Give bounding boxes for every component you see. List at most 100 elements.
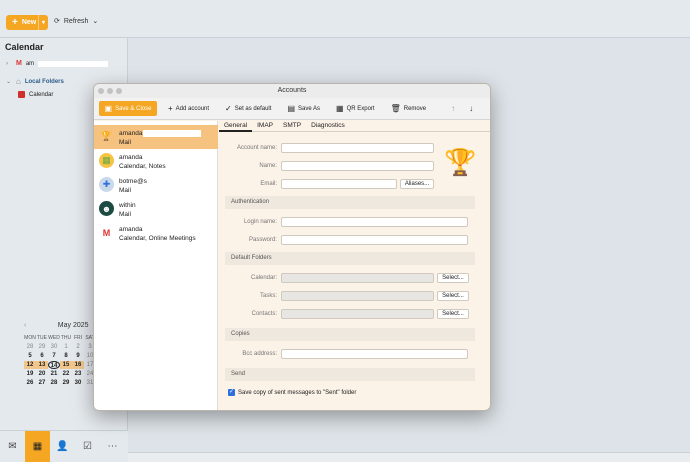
local-folders-label: Local Folders (24, 78, 64, 85)
name-field[interactable] (281, 161, 434, 171)
calendar-day[interactable]: 14 (48, 361, 60, 369)
calendar-day[interactable]: 30 (72, 379, 84, 387)
calendar-day[interactable]: 28 (24, 343, 36, 351)
calendar-day[interactable]: 16 (72, 361, 84, 369)
more-icon[interactable]: ⋯ (100, 431, 125, 462)
tasks-icon[interactable]: ☑ (75, 431, 100, 462)
account-name: amanda (119, 130, 143, 137)
calendar-day[interactable]: 5 (24, 352, 36, 360)
app-toolbar: + New ▾ ⟳ Refresh ⌄ (0, 0, 690, 38)
account-item[interactable]: 🏆 amanda Mail (94, 125, 218, 149)
redacted-mask (38, 60, 109, 67)
refresh-button[interactable]: ⟳ Refresh ⌄ (54, 17, 98, 26)
qr-export-label: QR Export (346, 105, 375, 112)
contacts-select-button[interactable]: Select... (437, 309, 469, 319)
prev-month-icon[interactable]: ‹ (24, 322, 26, 329)
section-authentication: Authentication (225, 196, 475, 209)
alien-icon: ☻ (99, 201, 114, 216)
contacts-icon[interactable]: 👤 (50, 431, 75, 462)
password-field[interactable] (281, 235, 468, 245)
sidebar-item-calendar[interactable]: Calendar (18, 91, 53, 98)
calendar-select-button[interactable]: Select... (437, 273, 469, 283)
redacted-mask (142, 129, 201, 137)
calendar-day[interactable]: 19 (24, 370, 36, 378)
calendar-icon[interactable]: ▦ (25, 430, 50, 462)
calendar-day[interactable]: 28 (48, 379, 60, 387)
contacts-label: Contacts: (251, 311, 277, 317)
account-item[interactable]: ✚ botme@s Mail (94, 173, 218, 197)
tab-imap[interactable]: IMAP (252, 121, 278, 132)
tasks-select-button[interactable]: Select... (437, 291, 469, 301)
close-window-button[interactable] (98, 88, 104, 94)
redacted-mask (146, 177, 205, 185)
calendar-day[interactable]: 22 (60, 370, 72, 378)
trash-icon: 🗑 (390, 104, 401, 113)
qr-code-icon: ▦ (336, 104, 344, 113)
main-footer (128, 452, 690, 462)
calendar-day[interactable]: 29 (36, 343, 48, 351)
tab-diagnostics[interactable]: Diagnostics (306, 121, 350, 132)
bcc-label: Bcc address: (242, 351, 277, 357)
email-field[interactable] (281, 179, 397, 189)
move-down-arrow-icon[interactable]: ↓ (469, 104, 473, 113)
save-copy-label: Save copy of sent messages to "Sent" fol… (238, 389, 357, 396)
calendar-day[interactable]: 9 (72, 352, 84, 360)
aliases-button[interactable]: Aliases... (400, 179, 434, 189)
calendar-day[interactable]: 21 (48, 370, 60, 378)
redacted-mask (135, 201, 194, 209)
new-button[interactable]: + New ▾ (6, 15, 48, 30)
gmail-account-label: am (25, 60, 35, 67)
calendar-day[interactable]: 13 (36, 361, 48, 369)
checkbox-checked-icon[interactable]: ✓ (228, 389, 235, 396)
gmail-icon: M (102, 227, 111, 238)
calendar-day[interactable]: 27 (36, 379, 48, 387)
tab-smtp[interactable]: SMTP (278, 121, 306, 132)
account-name-field[interactable] (281, 143, 434, 153)
zoom-window-button[interactable] (116, 88, 122, 94)
qr-export-button[interactable]: ▦ QR Export (331, 101, 380, 116)
login-name-field[interactable] (281, 217, 468, 227)
remove-button[interactable]: 🗑 Remove (386, 101, 432, 116)
section-default-folders: Default Folders (225, 252, 475, 265)
calendar-day[interactable]: 23 (72, 370, 84, 378)
calendar-folder-field (281, 273, 434, 283)
account-item[interactable]: ☻ within Mail (94, 197, 218, 221)
chevron-right-icon[interactable]: › (6, 61, 12, 67)
login-name-label: Login name: (243, 219, 277, 225)
move-up-arrow-icon[interactable]: ↑ (451, 104, 455, 113)
bcc-field[interactable] (281, 349, 468, 359)
sidebar-item-gmail[interactable]: › M am (6, 60, 109, 67)
save-copy-checkbox-row[interactable]: ✓ Save copy of sent messages to "Sent" f… (228, 389, 356, 396)
calendar-day[interactable]: 26 (24, 379, 36, 387)
chevron-down-icon[interactable]: ⌄ (6, 78, 12, 85)
calendar-day[interactable]: 2 (72, 343, 84, 351)
minical-month: May 2025 (57, 322, 89, 329)
redacted-mask (142, 225, 201, 233)
calendar-day[interactable]: 29 (60, 379, 72, 387)
save-close-button[interactable]: ▣ Save & Close (99, 101, 157, 116)
section-copies: Copies (225, 328, 475, 341)
remove-label: Remove (403, 105, 427, 112)
save-as-button[interactable]: ▤ Save As (282, 101, 325, 116)
calendar-day[interactable]: 8 (60, 352, 72, 360)
account-item[interactable]: ▦ amanda Calendar, Notes (94, 149, 218, 173)
calendar-day[interactable]: 20 (36, 370, 48, 378)
add-account-button[interactable]: + Add account (163, 101, 214, 116)
calendar-day[interactable]: 6 (36, 352, 48, 360)
weekday-header: MON (24, 335, 36, 341)
account-name: botme@s (119, 178, 147, 185)
chevron-down-icon[interactable]: ▾ (38, 15, 48, 30)
refresh-icon: ⟳ (54, 18, 60, 25)
tab-general[interactable]: General (219, 121, 253, 132)
set-default-button[interactable]: ✓ Set as default (220, 101, 276, 116)
sidebar-item-local-folders[interactable]: ⌄ ⌂ Local Folders (6, 77, 64, 86)
calendar-day[interactable]: 12 (24, 361, 36, 369)
calendar-day[interactable]: 7 (48, 352, 60, 360)
calendar-day[interactable]: 15 (60, 361, 72, 369)
set-default-label: Set as default (234, 105, 272, 112)
calendar-day[interactable]: 30 (48, 343, 60, 351)
account-item[interactable]: M amanda Calendar, Online Meetings (94, 221, 218, 245)
mail-icon[interactable]: ✉ (0, 431, 25, 462)
minimize-window-button[interactable] (107, 88, 113, 94)
calendar-day[interactable]: 1 (60, 343, 72, 351)
